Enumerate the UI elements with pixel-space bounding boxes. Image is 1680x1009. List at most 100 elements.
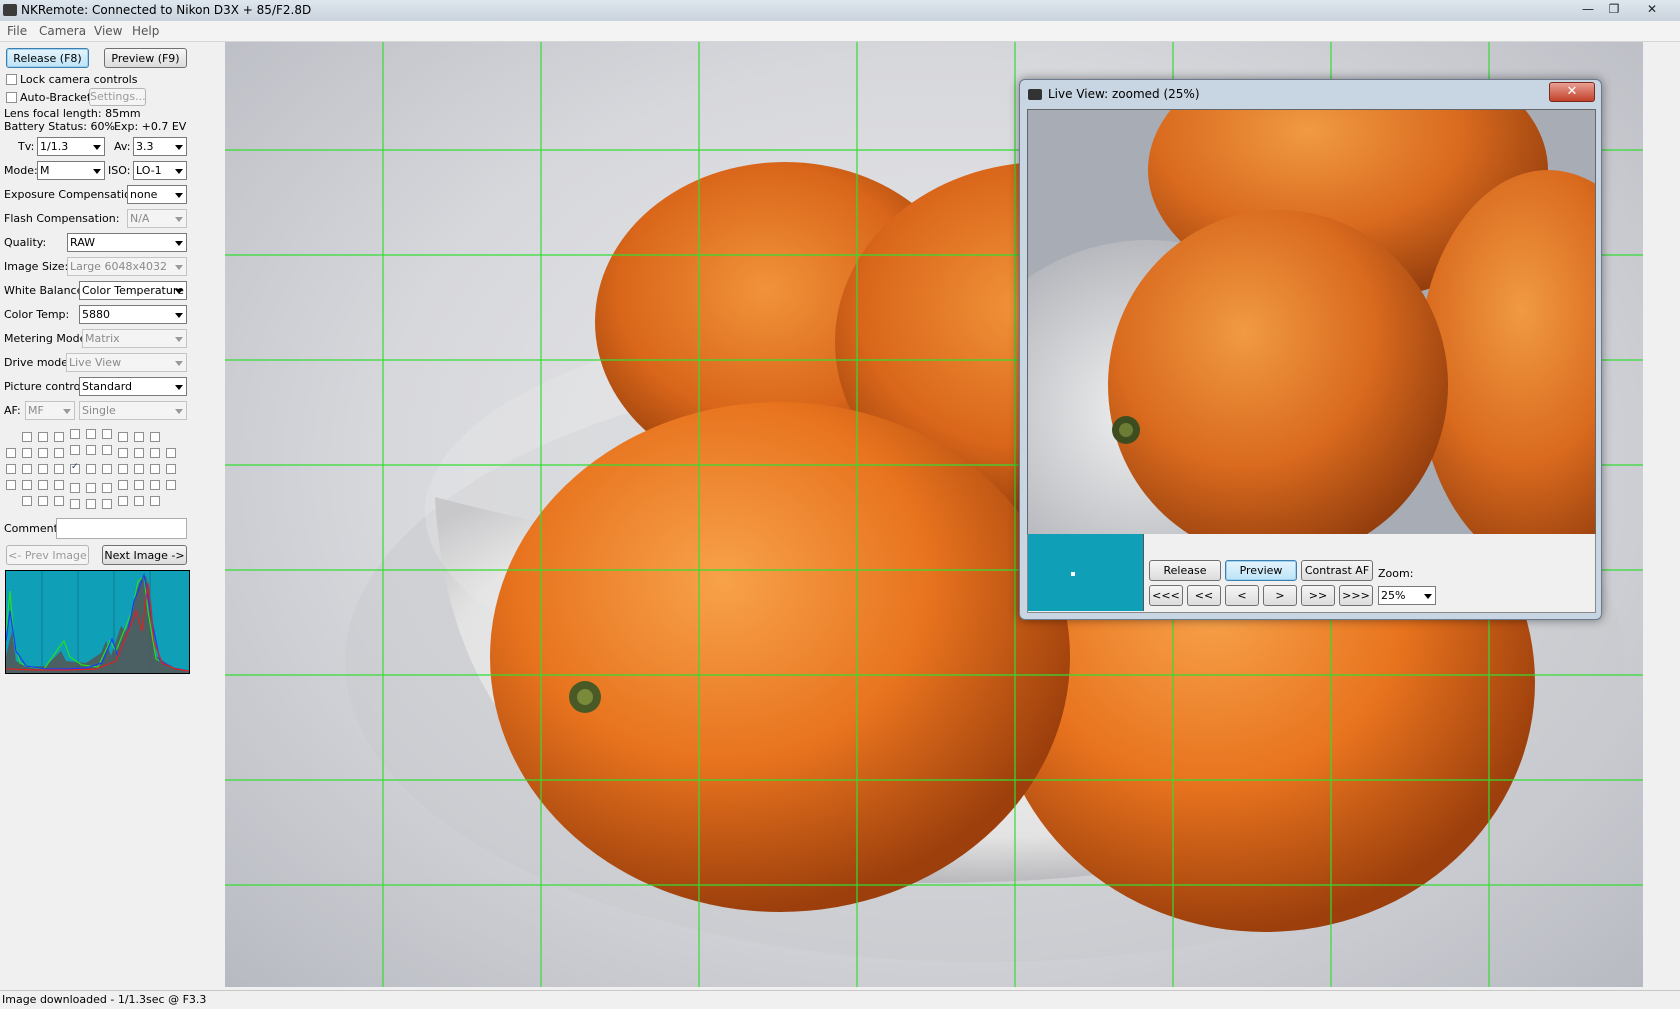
af-point[interactable]: [54, 464, 64, 474]
af-point[interactable]: [54, 496, 64, 506]
af-point[interactable]: [150, 496, 160, 506]
af-point[interactable]: [118, 496, 128, 506]
af-point[interactable]: [102, 445, 112, 455]
menu-file[interactable]: File: [7, 24, 27, 38]
live-view-close-button[interactable]: ✕: [1549, 82, 1595, 102]
af-point[interactable]: [118, 480, 128, 490]
bracket-settings-button[interactable]: Settings...: [89, 88, 146, 106]
af-point[interactable]: [134, 448, 144, 458]
af-point[interactable]: [6, 448, 16, 458]
af-point[interactable]: [54, 432, 64, 442]
af-point[interactable]: [102, 483, 112, 493]
release-button[interactable]: Release (F8): [6, 48, 89, 68]
av-select[interactable]: 3.3: [133, 137, 187, 156]
af-point[interactable]: [150, 448, 160, 458]
zoom-navigator[interactable]: [1028, 534, 1144, 611]
close-window-button[interactable]: ✕: [1639, 1, 1665, 18]
auto-bracket-checkbox[interactable]: [6, 92, 17, 103]
picture-control-select[interactable]: Standard: [79, 377, 187, 396]
af-point[interactable]: [86, 445, 96, 455]
nav-far-left-button[interactable]: <<<: [1149, 585, 1183, 606]
af-point[interactable]: [54, 480, 64, 490]
af-point[interactable]: [22, 464, 32, 474]
af-mode-select[interactable]: Single: [79, 401, 187, 420]
af-point[interactable]: [150, 464, 160, 474]
af-point[interactable]: [118, 432, 128, 442]
zoom-select[interactable]: 25%: [1378, 586, 1436, 605]
metering-mode-select[interactable]: Matrix: [82, 329, 187, 348]
af-point[interactable]: [102, 464, 112, 474]
af-point[interactable]: [54, 448, 64, 458]
nav-left-button[interactable]: <: [1225, 585, 1259, 606]
menu-camera[interactable]: Camera: [39, 24, 86, 38]
af-select[interactable]: MF: [25, 401, 75, 420]
af-point-selected[interactable]: [70, 462, 80, 474]
contrast-af-button[interactable]: Contrast AF: [1301, 560, 1373, 581]
af-point[interactable]: [150, 432, 160, 442]
af-point[interactable]: [102, 499, 112, 509]
comment-input[interactable]: [56, 518, 187, 539]
live-view-window[interactable]: Live View: zoomed (25%) ✕ Release Previe…: [1019, 79, 1602, 620]
af-point[interactable]: [134, 480, 144, 490]
af-point[interactable]: [22, 480, 32, 490]
af-mode-value: Single: [82, 404, 116, 417]
af-point[interactable]: [102, 429, 112, 439]
nav-right-button[interactable]: >: [1263, 585, 1297, 606]
exposure-compensation-select[interactable]: none: [127, 185, 187, 204]
af-point[interactable]: [38, 496, 48, 506]
af-point[interactable]: [70, 445, 80, 455]
af-point[interactable]: [38, 480, 48, 490]
next-image-button[interactable]: Next Image ->: [102, 545, 187, 565]
af-point[interactable]: [86, 499, 96, 509]
lock-camera-checkbox[interactable]: [6, 74, 17, 85]
flash-compensation-label: Flash Compensation:: [4, 212, 120, 225]
mode-select[interactable]: M: [37, 161, 105, 180]
drive-mode-select[interactable]: Live View: [66, 353, 187, 372]
menu-view[interactable]: View: [94, 24, 122, 38]
af-point[interactable]: [38, 448, 48, 458]
af-point[interactable]: [134, 496, 144, 506]
af-point[interactable]: [22, 432, 32, 442]
av-label: Av:: [114, 140, 131, 153]
lv-release-button[interactable]: Release: [1149, 560, 1221, 581]
af-point[interactable]: [134, 432, 144, 442]
af-point[interactable]: [22, 496, 32, 506]
tv-select[interactable]: 1/1.3: [37, 137, 105, 156]
iso-label: ISO:: [108, 164, 131, 177]
lv-preview-button[interactable]: Preview: [1225, 560, 1297, 581]
af-point[interactable]: [86, 464, 96, 474]
nav-right-fast-button[interactable]: >>: [1301, 585, 1335, 606]
af-point[interactable]: [166, 448, 176, 458]
color-temp-select[interactable]: 5880: [79, 305, 187, 324]
restore-button[interactable]: ❐: [1601, 1, 1627, 18]
live-view-image[interactable]: [1027, 109, 1596, 535]
af-point[interactable]: [38, 432, 48, 442]
white-balance-select[interactable]: Color Temperature: [79, 281, 187, 300]
af-point[interactable]: [86, 483, 96, 493]
menu-help[interactable]: Help: [132, 24, 159, 38]
af-point[interactable]: [70, 499, 80, 509]
af-point[interactable]: [86, 429, 96, 439]
af-point[interactable]: [150, 480, 160, 490]
exposure-compensation-value: none: [130, 188, 158, 201]
flash-compensation-select[interactable]: N/A: [127, 209, 187, 228]
af-point[interactable]: [70, 483, 80, 493]
af-point[interactable]: [6, 464, 16, 474]
preview-button[interactable]: Preview (F9): [104, 48, 187, 68]
prev-image-button[interactable]: <- Prev Image: [6, 545, 89, 565]
af-point[interactable]: [166, 464, 176, 474]
af-point[interactable]: [70, 429, 80, 439]
af-point[interactable]: [38, 464, 48, 474]
minimize-button[interactable]: —: [1575, 1, 1601, 18]
iso-select[interactable]: LO-1: [133, 161, 187, 180]
af-point[interactable]: [134, 464, 144, 474]
af-point[interactable]: [22, 448, 32, 458]
af-point[interactable]: [6, 480, 16, 490]
nav-far-right-button[interactable]: >>>: [1339, 585, 1373, 606]
af-point[interactable]: [118, 464, 128, 474]
af-point[interactable]: [118, 448, 128, 458]
nav-left-fast-button[interactable]: <<: [1187, 585, 1221, 606]
quality-select[interactable]: RAW: [67, 233, 187, 252]
image-size-select[interactable]: Large 6048x4032: [67, 257, 187, 276]
af-point[interactable]: [166, 480, 176, 490]
